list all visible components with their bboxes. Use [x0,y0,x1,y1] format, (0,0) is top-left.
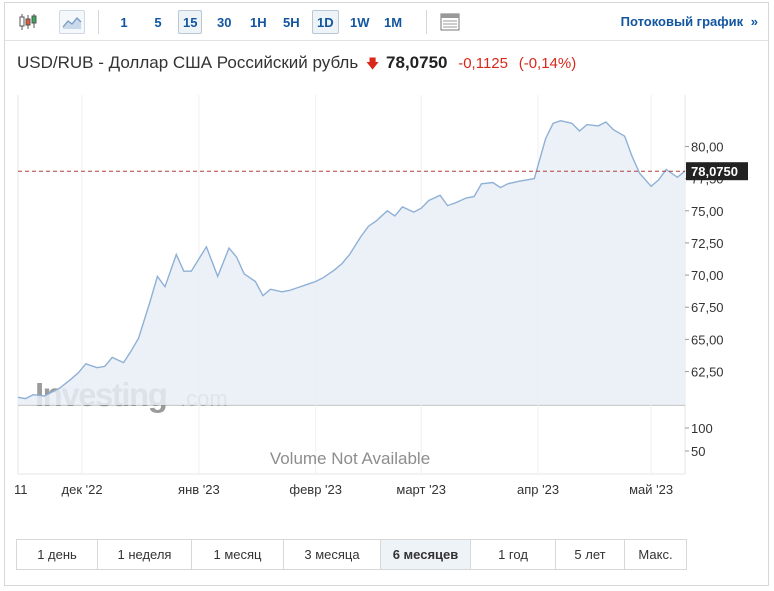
price-tick-label: 62,50 [691,365,724,380]
price-axis: 80,0077,5075,0072,5070,0067,5065,0062,50… [685,139,748,380]
price-tick-label: 70,00 [691,268,724,283]
volume-tick-label: 100 [691,421,713,436]
period-7[interactable]: Макс. [625,540,686,569]
period-1[interactable]: 1 неделя [98,540,192,569]
current-price-tag-label: 78,0750 [691,164,738,179]
volume-message: Volume Not Available [270,449,430,468]
time-tick-label: май '23 [629,482,673,497]
price-tick-label: 67,50 [691,300,724,315]
chart-widget: 1 5 15 30 1H 5H 1D 1W 1M Потоковый графи… [4,2,769,586]
price-chart[interactable]: Investing .com 80,0077,5075,0072,5070,00… [5,3,768,513]
price-tick-label: 65,00 [691,332,724,347]
time-tick-label: февр '23 [289,482,342,497]
price-tick-label: 72,50 [691,236,724,251]
period-2[interactable]: 1 месяц [192,540,284,569]
time-axis: 11 дек '22 янв '23 февр '23 март '23 апр '23 м… [14,482,673,497]
period-6[interactable]: 5 лет [556,540,625,569]
volume-axis: 100 50 [685,421,713,459]
volume-tick-label: 50 [691,444,705,459]
price-tick-label: 80,00 [691,139,724,154]
time-tick-label: янв '23 [178,482,220,497]
period-0[interactable]: 1 день [17,540,98,569]
period-4[interactable]: 6 месяцев [381,540,471,569]
price-series [17,119,686,405]
current-price-tag: 78,0750 [686,162,748,181]
time-tick-label: 11 [14,482,28,497]
period-3[interactable]: 3 месяца [284,540,381,569]
time-tick-label: март '23 [396,482,446,497]
period-selector: 1 день 1 неделя 1 месяц 3 месяца 6 месяцев 1 … [16,539,687,570]
price-area-fill [18,120,685,405]
time-tick-label: дек '22 [62,482,103,497]
period-5[interactable]: 1 год [471,540,556,569]
time-tick-label: апр '23 [517,482,559,497]
price-tick-label: 75,00 [691,204,724,219]
